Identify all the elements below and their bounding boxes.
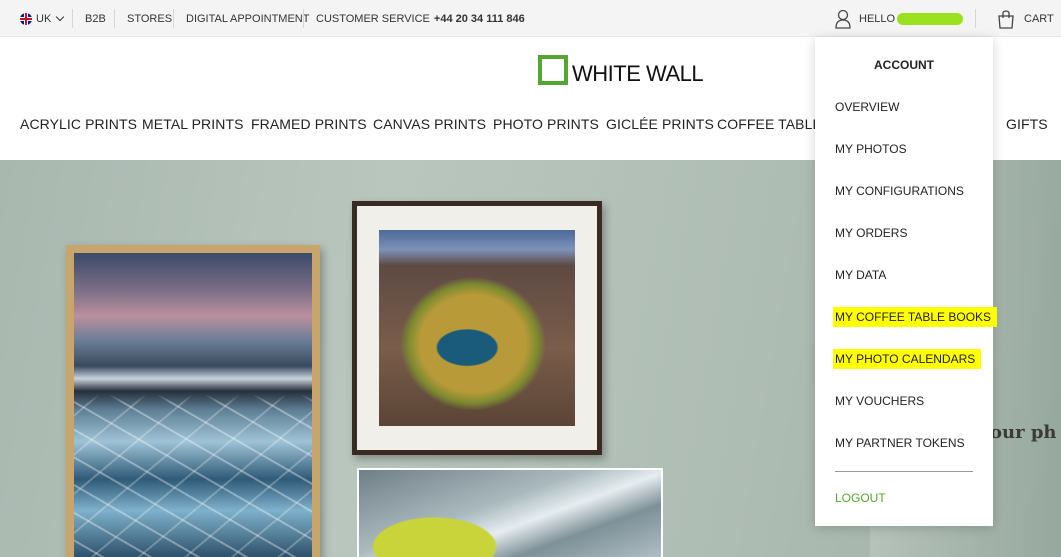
nav-photo-prints[interactable]: PHOTO PRINTS (493, 116, 599, 132)
region-label: UK (36, 12, 52, 25)
menu-divider (835, 471, 973, 472)
hero-image-island-frame (352, 201, 602, 455)
customer-service-phone[interactable]: +44 20 34 111 846 (434, 13, 525, 25)
uk-flag-icon (20, 12, 32, 25)
menu-my-data[interactable]: MY DATA (835, 268, 886, 282)
logo-text: WHITE WALL (572, 61, 704, 86)
account-menu-title: ACCOUNT (874, 58, 934, 72)
site-logo[interactable]: WHITE WALL (538, 53, 704, 87)
cart-button[interactable]: CART (996, 0, 1054, 37)
hello-label: HELLO (859, 12, 896, 25)
menu-my-coffee-table-books[interactable]: MY COFFEE TABLE BOOKS (833, 307, 998, 327)
nav-giclee-prints[interactable]: GICLÉE PRINTS (606, 116, 714, 132)
hero-headline: our ph (990, 422, 1057, 443)
menu-my-photos[interactable]: MY PHOTOS (835, 142, 907, 156)
nav-gifts[interactable]: GIFTS (1006, 116, 1048, 132)
chevron-down-icon (56, 12, 65, 22)
hero-image-ice-frame (66, 245, 320, 557)
customer-service[interactable]: CUSTOMER SERVICE +44 20 34 111 846 (316, 0, 525, 37)
top-bar: UK B2B STORES DIGITAL APPOINTMENT CUSTOM… (0, 0, 1061, 37)
menu-my-vouchers[interactable]: MY VOUCHERS (835, 394, 924, 408)
digital-appointment-link[interactable]: DIGITAL APPOINTMENT (186, 0, 309, 37)
nav-metal-prints[interactable]: METAL PRINTS (142, 116, 244, 132)
nav-acrylic-prints[interactable]: ACRYLIC PRINTS (20, 116, 137, 132)
cart-label: CART (1024, 12, 1054, 25)
account-dropdown: ACCOUNT OVERVIEW MY PHOTOS MY CONFIGURAT… (815, 37, 998, 526)
user-icon (835, 9, 851, 29)
customer-service-label: CUSTOMER SERVICE (316, 12, 430, 25)
logout-link[interactable]: LOGOUT (835, 491, 886, 505)
menu-overview[interactable]: OVERVIEW (835, 100, 899, 114)
region-selector[interactable]: UK (20, 0, 65, 37)
menu-my-partner-tokens[interactable]: MY PARTNER TOKENS (835, 436, 965, 450)
account-toggle[interactable]: HELLO (835, 0, 964, 37)
logo-square-icon (538, 55, 568, 85)
menu-my-photo-calendars[interactable]: MY PHOTO CALENDARS (833, 349, 982, 369)
nav-framed-prints[interactable]: FRAMED PRINTS (251, 116, 367, 132)
menu-my-orders[interactable]: MY ORDERS (835, 226, 907, 240)
stores-link[interactable]: STORES (127, 0, 172, 37)
cart-icon (998, 9, 1014, 29)
username-redacted (897, 12, 964, 25)
menu-my-configurations[interactable]: MY CONFIGURATIONS (835, 184, 964, 198)
nav-canvas-prints[interactable]: CANVAS PRINTS (373, 116, 486, 132)
b2b-link[interactable]: B2B (85, 0, 106, 37)
hero-image-aerial-frame (357, 468, 663, 557)
